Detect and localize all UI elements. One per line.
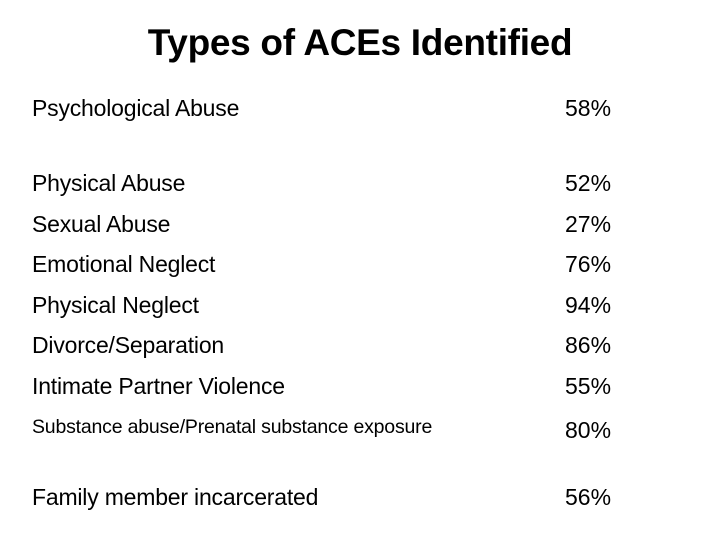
ace-type-label: Psychological Abuse xyxy=(32,95,240,121)
ace-percentage: 56% xyxy=(565,484,612,510)
table-row: Emotional Neglect 76% xyxy=(32,249,632,279)
ace-type-label: Divorce/Separation xyxy=(32,332,225,358)
ace-type-label: Physical Neglect xyxy=(32,292,199,318)
table-row: Family member incarcerated 56% xyxy=(32,482,632,512)
table-row: Psychological Abuse 58% xyxy=(32,93,632,123)
ace-percentage: 86% xyxy=(565,332,612,358)
ace-type-label: Emotional Neglect xyxy=(32,251,216,277)
slide-title: Types of ACEs Identified xyxy=(147,22,573,63)
ace-percentage: 55% xyxy=(565,373,612,399)
ace-percentage: 94% xyxy=(565,292,612,318)
table-row: Physical Neglect 94% xyxy=(32,290,632,320)
table-row: Physical Abuse 52% xyxy=(32,168,632,198)
ace-percentage: 58% xyxy=(565,95,612,121)
ace-percentage: 27% xyxy=(565,211,612,237)
table-row: Sexual Abuse 27% xyxy=(32,209,632,239)
ace-type-label: Substance abuse/Prenatal substance expos… xyxy=(32,416,433,438)
ace-type-label: Intimate Partner Violence xyxy=(32,373,285,399)
table-row: Intimate Partner Violence 55% xyxy=(32,371,632,401)
ace-percentage: 52% xyxy=(565,170,612,196)
ace-percentage: 80% xyxy=(565,417,612,443)
ace-type-label: Sexual Abuse xyxy=(32,211,171,237)
ace-type-label: Physical Abuse xyxy=(32,170,186,196)
ace-percentage: 76% xyxy=(565,251,612,277)
ace-type-label: Family member incarcerated xyxy=(32,484,319,510)
table-row: Substance abuse/Prenatal substance expos… xyxy=(32,412,632,443)
table-row: Divorce/Separation 86% xyxy=(32,330,632,360)
